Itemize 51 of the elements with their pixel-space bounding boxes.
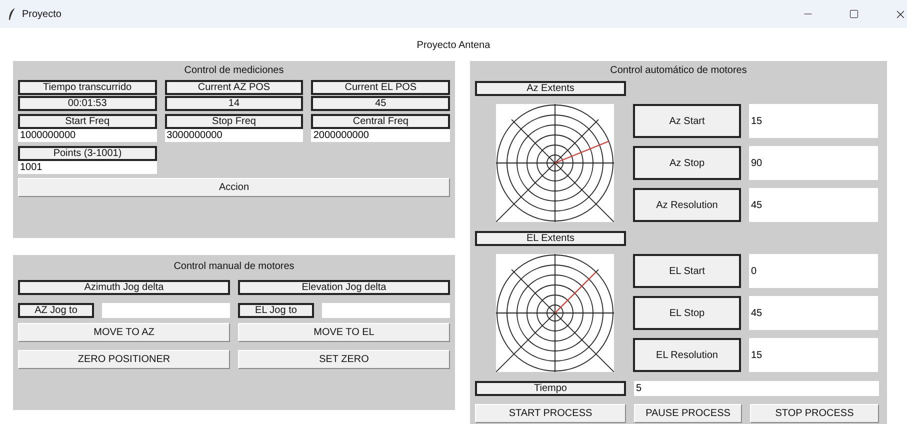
field-label: Tiempo	[475, 381, 626, 396]
app-title: Proyecto Antena	[416, 40, 492, 52]
field-label: 14	[164, 96, 304, 111]
maximize-icon	[849, 9, 859, 19]
input-field[interactable]: 45	[749, 296, 878, 330]
field-label: 45	[311, 96, 450, 111]
param-label: Az Resolution	[633, 188, 741, 222]
input-field[interactable]: 1001	[18, 161, 157, 174]
param-label: Az Start	[633, 104, 741, 138]
field-label: Elevation Jog delta	[238, 280, 450, 295]
field-label: Points (3-1001)	[18, 146, 157, 161]
feather-icon	[8, 8, 16, 20]
action-button[interactable]: ZERO POSITIONER	[18, 350, 230, 369]
param-label: EL Start	[633, 254, 741, 288]
input-field[interactable]: 1000000000	[18, 129, 157, 142]
field-label: Central Freq	[311, 114, 450, 129]
panel-title: Control automático de motores	[609, 65, 748, 77]
param-label: Az Stop	[633, 146, 741, 180]
param-label: EL Resolution	[633, 338, 741, 372]
field-label: Current AZ POS	[164, 80, 304, 95]
input-field[interactable]	[322, 303, 450, 318]
field-label: Tiempo transcurrido	[18, 80, 157, 95]
action-button[interactable]: MOVE TO AZ	[18, 323, 230, 342]
input-field[interactable]: 45	[749, 188, 878, 222]
field-label: EL Extents	[475, 231, 626, 246]
field-label: 00:01:53	[18, 96, 157, 111]
input-field[interactable]: 15	[749, 338, 878, 372]
field-label: EL Jog to	[238, 303, 314, 318]
input-field[interactable]: 0	[749, 254, 878, 288]
panel-title: Control manual de motores	[172, 261, 296, 273]
action-button[interactable]: START PROCESS	[475, 404, 626, 423]
param-label: EL Stop	[633, 296, 741, 330]
action-button[interactable]: SET ZERO	[238, 350, 450, 369]
input-field[interactable]: 15	[749, 104, 878, 138]
action-button[interactable]: Accion	[18, 178, 450, 197]
input-field[interactable]: 2000000000	[311, 129, 450, 142]
action-button[interactable]: MOVE TO EL	[238, 323, 450, 342]
window-title: Proyecto	[22, 8, 62, 22]
input-field[interactable]: 90	[749, 146, 878, 180]
field-label: Start Freq	[18, 114, 157, 129]
field-label: Az Extents	[475, 81, 626, 96]
field-label: Current EL POS	[311, 80, 450, 95]
field-label: AZ Jog to	[18, 303, 94, 318]
action-button[interactable]: PAUSE PROCESS	[634, 404, 742, 423]
input-field[interactable]: 3000000000	[164, 129, 304, 142]
input-field[interactable]: 5	[634, 381, 879, 396]
panel-title: Control de mediciones	[183, 65, 285, 77]
field-label: Azimuth Jog delta	[18, 280, 230, 295]
field-label: Stop Freq	[164, 114, 304, 129]
input-field[interactable]	[102, 303, 230, 318]
action-button[interactable]: STOP PROCESS	[750, 404, 879, 423]
